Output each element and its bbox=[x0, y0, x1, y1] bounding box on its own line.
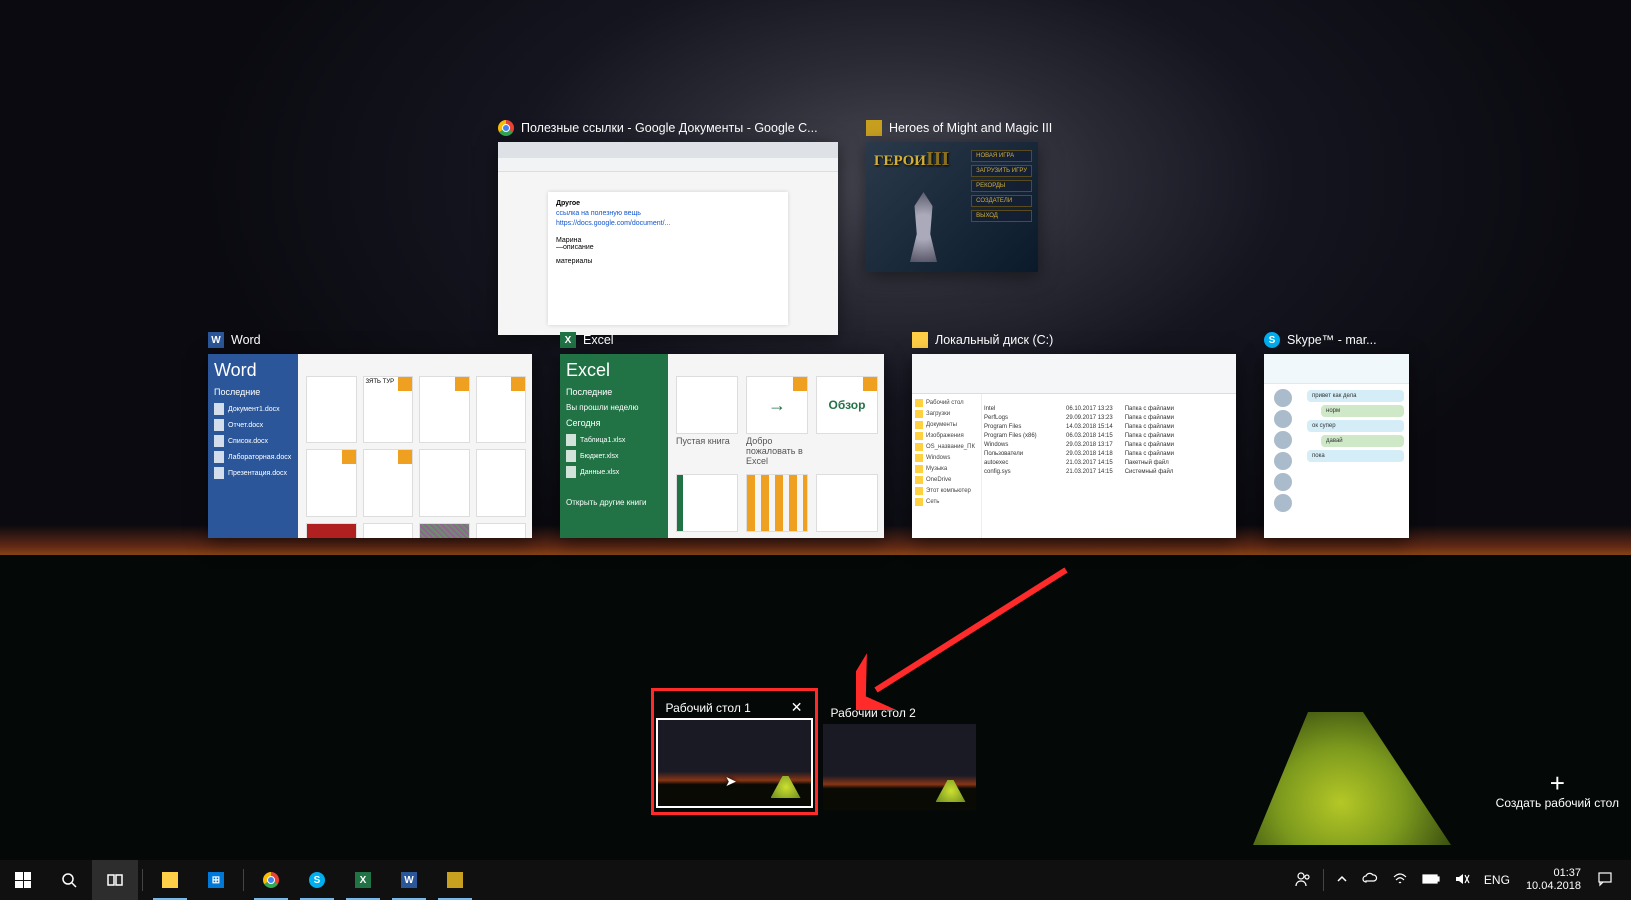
excel-heading: Excel bbox=[566, 360, 662, 381]
virtual-desktops-bar: Рабочий стол 1 ✕ ➤ Рабочий стол 2 bbox=[0, 693, 1631, 810]
chrome-icon bbox=[498, 120, 514, 136]
explorer-sidebar: Рабочий столЗагрузки ДокументыИзображени… bbox=[912, 394, 982, 538]
people-icon bbox=[1295, 871, 1311, 887]
window-tile-explorer[interactable]: Локальный диск (C:) Рабочий столЗагрузки… bbox=[912, 332, 1236, 538]
start-button[interactable] bbox=[0, 860, 46, 900]
tile-title: Полезные ссылки - Google Документы - Goo… bbox=[521, 121, 818, 135]
tray-onedrive[interactable] bbox=[1356, 871, 1384, 890]
tray-volume[interactable] bbox=[1448, 871, 1476, 890]
excel-thumbnail[interactable]: Excel Последние Вы прошли неделю Сегодня… bbox=[560, 354, 884, 538]
chrome-thumbnail[interactable]: Другое ссылка на полезную вещь https://d… bbox=[498, 142, 838, 335]
clock-date: 10.04.2018 bbox=[1526, 880, 1581, 893]
desktop-thumbnail[interactable] bbox=[823, 724, 976, 810]
word-icon: W bbox=[401, 872, 417, 888]
word-thumbnail[interactable]: Word Последние Документ1.docx Отчет.docx… bbox=[208, 354, 532, 538]
close-desktop-icon[interactable]: ✕ bbox=[791, 699, 803, 716]
task-view: Полезные ссылки - Google Документы - Goo… bbox=[0, 0, 1631, 860]
taskbar-app-chrome[interactable] bbox=[248, 860, 294, 900]
homm-icon bbox=[866, 120, 882, 136]
search-button[interactable] bbox=[46, 860, 92, 900]
taskbar-app-excel[interactable]: X bbox=[340, 860, 386, 900]
clock-time: 01:37 bbox=[1526, 867, 1581, 880]
tray-network[interactable] bbox=[1386, 871, 1414, 890]
window-row-top: Полезные ссылки - Google Документы - Goo… bbox=[498, 120, 1052, 335]
cursor-icon: ➤ bbox=[725, 773, 737, 790]
plus-icon: + bbox=[1496, 770, 1619, 796]
word-heading: Word bbox=[214, 360, 292, 381]
taskbar-divider bbox=[142, 869, 143, 891]
homm-thumbnail[interactable]: ГЕРОИIII НОВАЯ ИГРА ЗАГРУЗИТЬ ИГРУ РЕКОР… bbox=[866, 142, 1038, 272]
search-icon bbox=[61, 872, 77, 888]
taskbar-divider bbox=[1323, 869, 1324, 891]
excel-icon: X bbox=[560, 332, 576, 348]
window-tile-homm[interactable]: Heroes of Might and Magic III ГЕРОИIII Н… bbox=[866, 120, 1052, 335]
taskbar-app-store[interactable]: ⊞ bbox=[193, 860, 239, 900]
homm-menu: НОВАЯ ИГРА ЗАГРУЗИТЬ ИГРУ РЕКОРДЫ СОЗДАТ… bbox=[971, 150, 1032, 222]
chrome-icon bbox=[263, 872, 279, 888]
doc-heading: Другое bbox=[556, 200, 580, 207]
word-sub: Последние bbox=[214, 387, 292, 397]
new-desktop-button[interactable]: + Создать рабочий стол bbox=[1496, 770, 1619, 810]
desktop-thumbnail[interactable]: ➤ bbox=[658, 720, 811, 806]
window-tile-excel[interactable]: X Excel Excel Последние Вы прошли неделю… bbox=[560, 332, 884, 538]
task-view-button[interactable] bbox=[92, 860, 138, 900]
tile-title: Skype™ - mar... bbox=[1287, 333, 1377, 347]
window-tile-skype[interactable]: S Skype™ - mar... привет как дела норм о… bbox=[1264, 332, 1409, 538]
taskbar-app-skype[interactable]: S bbox=[294, 860, 340, 900]
tile-title: Heroes of Might and Magic III bbox=[889, 121, 1052, 135]
skype-thumbnail[interactable]: привет как дела норм ок супер давай пока bbox=[1264, 354, 1409, 538]
tile-header: Heroes of Might and Magic III bbox=[866, 120, 1052, 136]
annotation-arrow bbox=[856, 560, 1086, 710]
folder-icon bbox=[162, 872, 178, 888]
desktop-label: Рабочий стол 1 bbox=[666, 701, 751, 715]
task-view-icon bbox=[107, 872, 123, 888]
desktop-tile-1[interactable]: Рабочий стол 1 ✕ ➤ bbox=[656, 693, 813, 810]
taskbar-divider bbox=[243, 869, 244, 891]
excel-icon: X bbox=[355, 872, 371, 888]
explorer-file-list: Intel06.10.2017 13:23Папка с файлами Per… bbox=[984, 404, 1232, 476]
taskbar-app-homm[interactable] bbox=[432, 860, 478, 900]
taskbar-app-explorer[interactable] bbox=[147, 860, 193, 900]
desktop-label: Рабочий стол 2 bbox=[831, 706, 916, 720]
cloud-icon bbox=[1362, 871, 1378, 887]
tile-title: Word bbox=[231, 333, 261, 347]
show-desktop-button[interactable] bbox=[1621, 860, 1627, 900]
volume-icon bbox=[1454, 871, 1470, 887]
windows-logo-icon bbox=[15, 872, 31, 888]
explorer-thumbnail[interactable]: Рабочий столЗагрузки ДокументыИзображени… bbox=[912, 354, 1236, 538]
desktop-tile-2[interactable]: Рабочий стол 2 bbox=[823, 704, 976, 810]
skype-icon: S bbox=[309, 872, 325, 888]
new-desktop-label: Создать рабочий стол bbox=[1496, 796, 1619, 810]
excel-open-other: Открыть другие книги bbox=[566, 498, 662, 507]
tray-language[interactable]: ENG bbox=[1478, 873, 1516, 887]
taskbar: ⊞ S X W ENG 01:37 10.04.2018 bbox=[0, 860, 1631, 900]
homm-logo-text: ГЕРОИ bbox=[874, 153, 926, 169]
window-tile-word[interactable]: W Word Word Последние Документ1.docx Отч… bbox=[208, 332, 532, 538]
tray-action-center[interactable] bbox=[1591, 871, 1619, 890]
tray-battery[interactable] bbox=[1416, 873, 1446, 888]
store-icon: ⊞ bbox=[208, 872, 224, 888]
excel-sub: Последние bbox=[566, 387, 662, 397]
window-row-bottom: W Word Word Последние Документ1.docx Отч… bbox=[208, 332, 1409, 538]
window-tile-chrome[interactable]: Полезные ссылки - Google Документы - Goo… bbox=[498, 120, 838, 335]
tray-people[interactable] bbox=[1289, 871, 1317, 890]
tray-overflow[interactable] bbox=[1330, 873, 1354, 888]
word-icon: W bbox=[208, 332, 224, 348]
notification-icon bbox=[1597, 871, 1613, 887]
homm-icon bbox=[447, 872, 463, 888]
chevron-up-icon bbox=[1336, 873, 1348, 885]
tray-clock[interactable]: 01:37 10.04.2018 bbox=[1518, 867, 1589, 893]
wifi-icon bbox=[1392, 871, 1408, 887]
folder-icon bbox=[912, 332, 928, 348]
taskbar-app-word[interactable]: W bbox=[386, 860, 432, 900]
tile-title: Локальный диск (C:) bbox=[935, 333, 1053, 347]
battery-icon bbox=[1422, 873, 1440, 885]
tile-title: Excel bbox=[583, 333, 614, 347]
skype-icon: S bbox=[1264, 332, 1280, 348]
tile-header: Полезные ссылки - Google Документы - Goo… bbox=[498, 120, 838, 136]
